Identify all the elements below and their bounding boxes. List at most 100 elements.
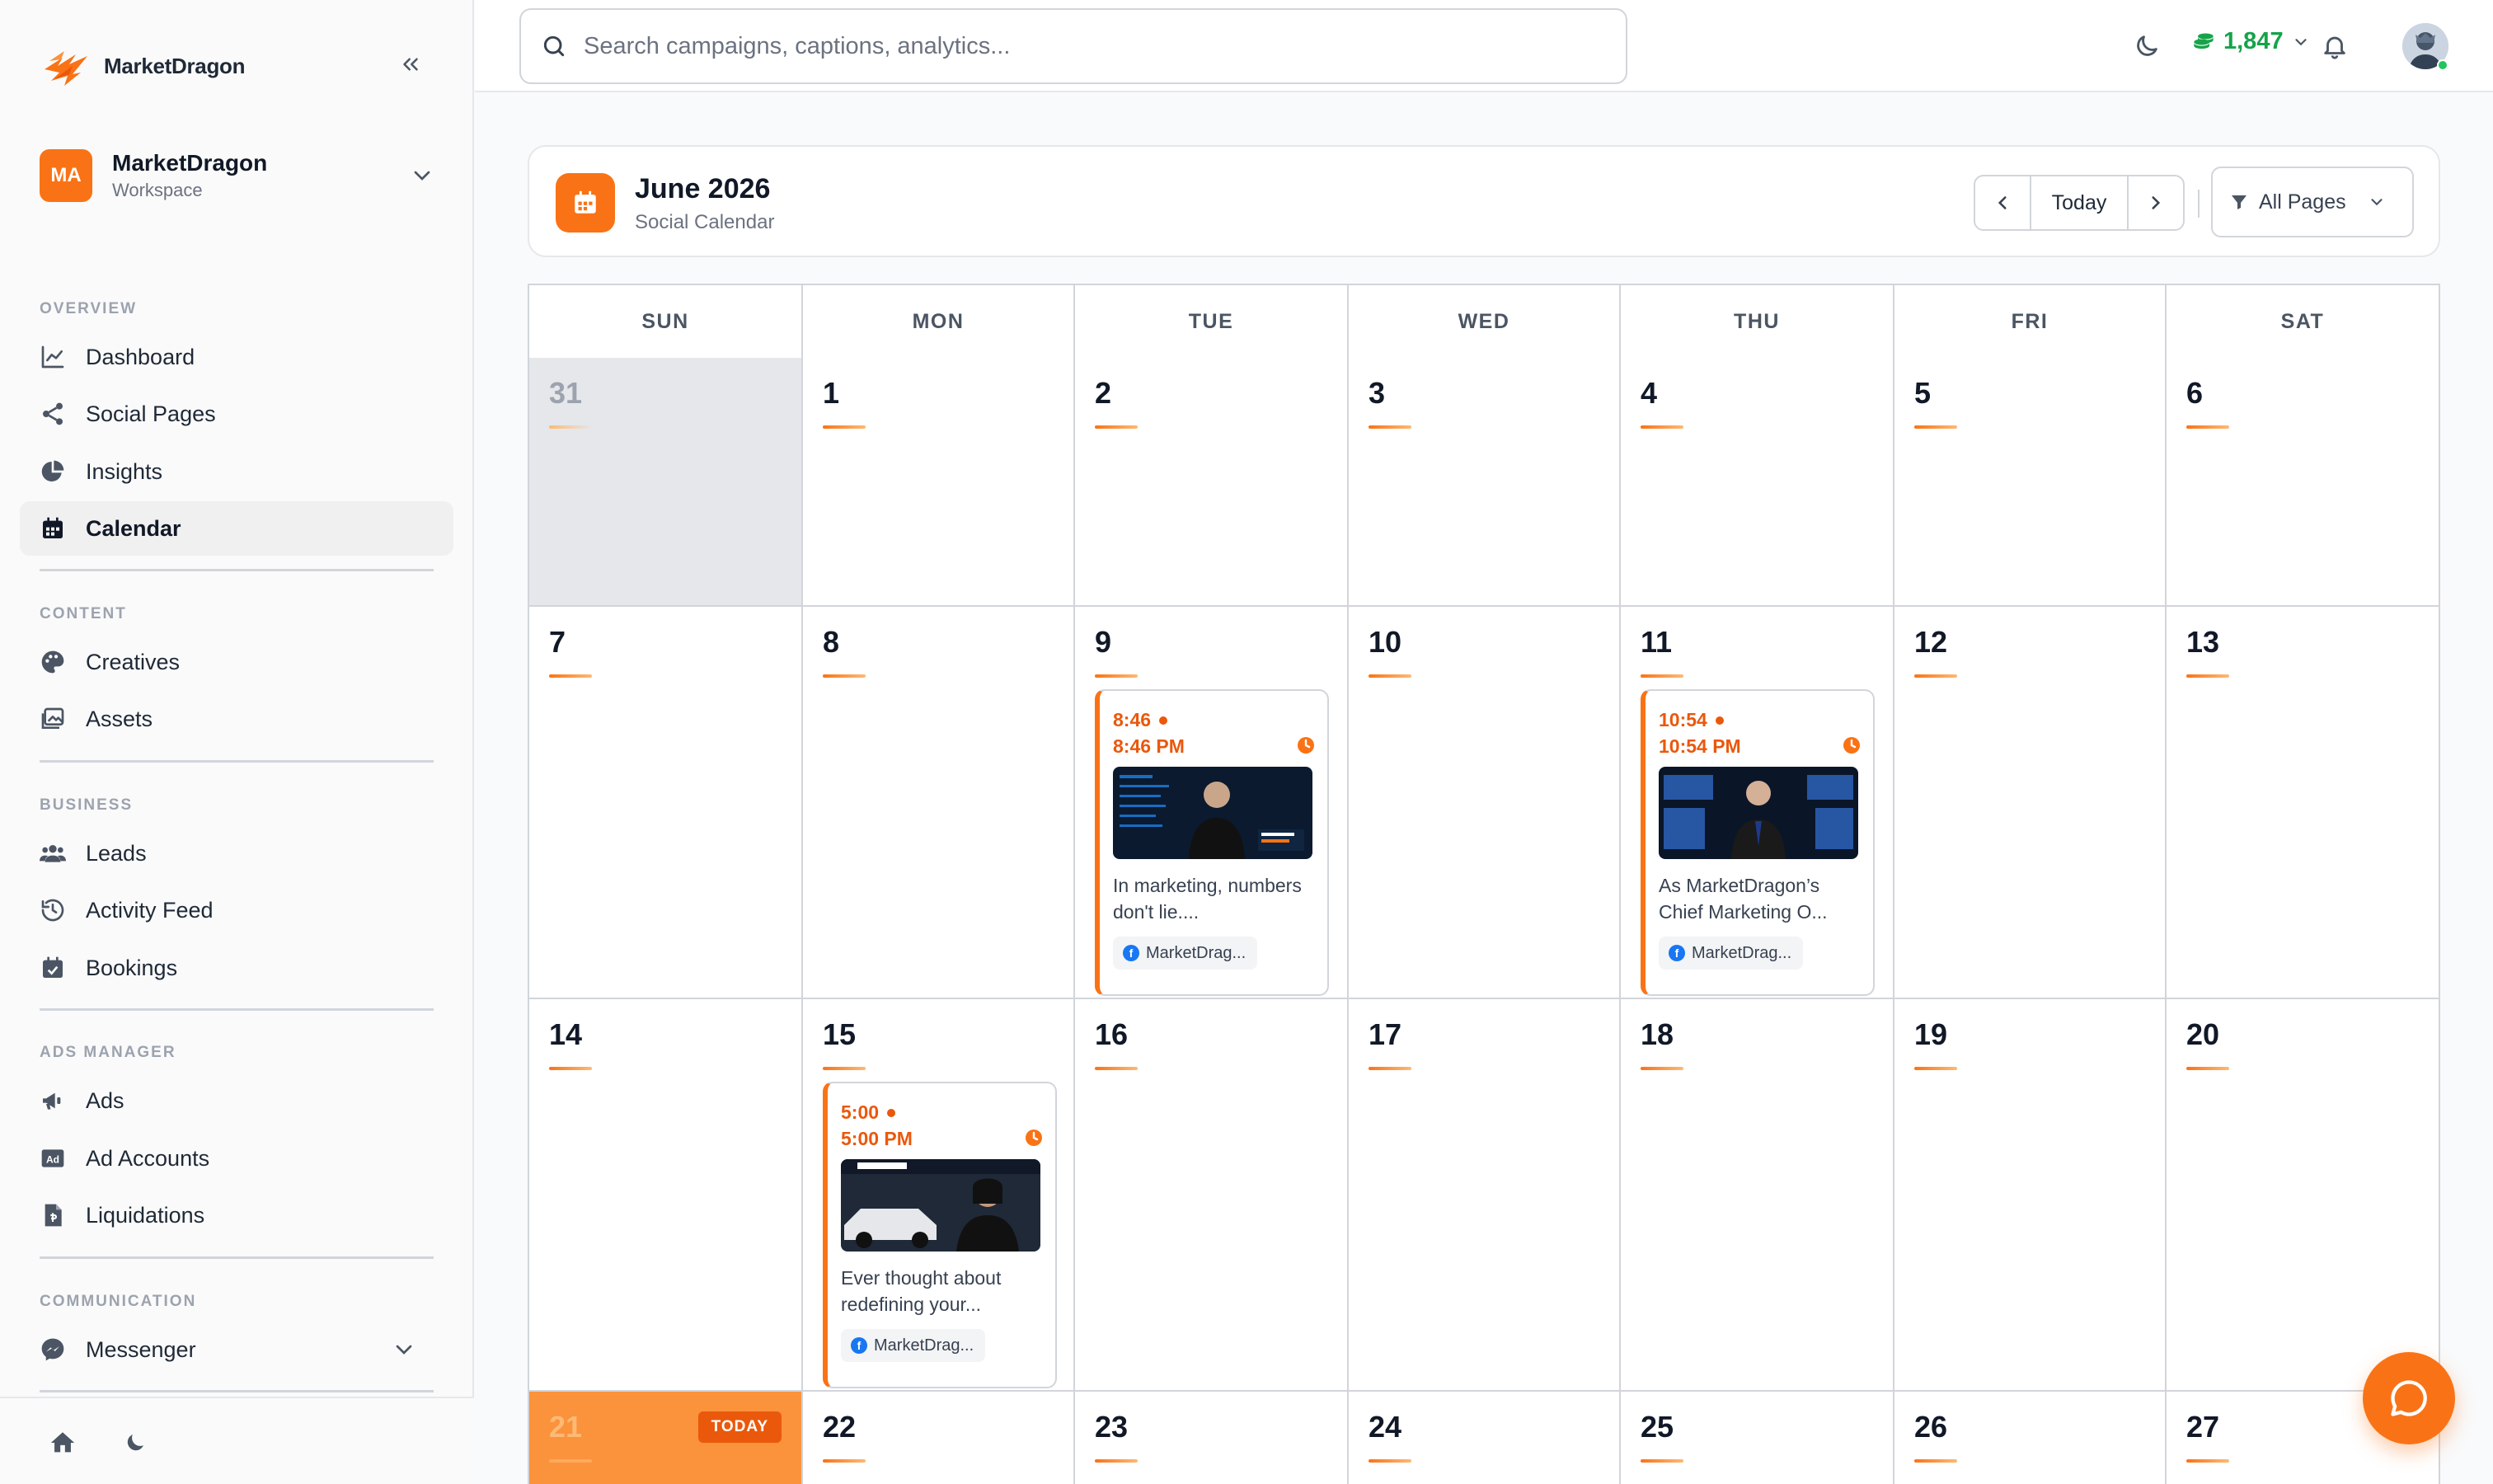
today-button[interactable]: Today	[2030, 176, 2129, 229]
day-underline	[1641, 425, 1683, 429]
workspace-avatar: MA	[40, 149, 92, 202]
post-caption: Ever thought about redefining your...	[841, 1267, 1002, 1315]
workspace-switcher[interactable]: MA MarketDragon Workspace	[40, 148, 435, 203]
status-dot	[887, 1108, 896, 1117]
facebook-icon: f	[1669, 945, 1685, 961]
calendar-day-cell[interactable]: 25	[1621, 1392, 1894, 1484]
calendar-day-cell[interactable]: 26	[1894, 1392, 2167, 1484]
calendar-day-cell[interactable]: 16	[1075, 999, 1349, 1392]
calendar-day-cell[interactable]: 21 TODAY	[529, 1392, 803, 1484]
sidebar-footer	[0, 1397, 474, 1484]
post-time-full: 10:54 PM	[1659, 735, 1741, 757]
calendar-day-cell[interactable]: 9 8:46 8:46 PM In marketing, numbers don't …	[1075, 607, 1349, 999]
post-page-chip: f MarketDrag...	[1113, 937, 1258, 970]
calendar-day-cell[interactable]: 22	[803, 1392, 1075, 1484]
scheduled-post-card[interactable]: 5:00 5:00 PM Ever thought about redefining…	[823, 1082, 1057, 1388]
collapse-sidebar-button[interactable]	[394, 48, 427, 81]
sidebar-item-ad-accounts[interactable]: Ad Ad Accounts	[20, 1131, 453, 1186]
calendar-day-cell[interactable]: 17	[1349, 999, 1621, 1392]
calendar-day-cell[interactable]: 13	[2167, 607, 2440, 999]
section-label-communication: COMMUNICATION	[40, 1293, 197, 1310]
day-number: 26	[1914, 1410, 1948, 1444]
post-thumbnail	[841, 1159, 1040, 1252]
sidebar-item-insights[interactable]: Insights	[20, 444, 453, 499]
day-underline	[549, 1459, 592, 1463]
calendar-day-cell[interactable]: 5	[1894, 358, 2167, 607]
clock-icon	[1298, 737, 1314, 754]
day-underline	[1914, 1459, 1957, 1463]
sidebar-item-creatives[interactable]: Creatives	[20, 635, 453, 689]
day-underline	[1641, 1459, 1683, 1463]
post-page-name: MarketDrag...	[874, 1336, 974, 1355]
day-underline	[1095, 1067, 1138, 1070]
theme-toggle-button[interactable]	[119, 1426, 152, 1459]
post-thumbnail	[1659, 767, 1858, 859]
credits-dropdown[interactable]: 1,847	[2192, 28, 2310, 55]
calendar-day-cell[interactable]: 3	[1349, 358, 1621, 607]
sidebar-item-dashboard[interactable]: Dashboard	[20, 330, 453, 384]
day-number: 20	[2186, 1017, 2220, 1051]
brand-logo[interactable]: MarketDragon	[40, 36, 246, 96]
calendar-check-icon	[43, 956, 63, 978]
sidebar-item-bookings[interactable]: Bookings	[20, 941, 453, 995]
chat-button[interactable]	[2363, 1352, 2455, 1444]
calendar-day-cell[interactable]: 11 10:54 10:54 PM As MarketDragon’s Chief M…	[1621, 607, 1894, 999]
calendar-day-cell[interactable]: 18	[1621, 999, 1894, 1392]
page-filter-dropdown[interactable]: All Pages	[2211, 167, 2414, 237]
calendar-day-cell[interactable]: 8	[803, 607, 1075, 999]
calendar-day-cell[interactable]: 24	[1349, 1392, 1621, 1484]
calendar-header: June 2026 Social Calendar Today All Page…	[528, 145, 2440, 257]
notifications-button[interactable]	[2318, 30, 2351, 63]
calendar-day-cell[interactable]: 14	[529, 999, 803, 1392]
calendar-day-cell[interactable]: 7	[529, 607, 803, 999]
calendar-day-cell[interactable]: 6	[2167, 358, 2440, 607]
day-number: 12	[1914, 625, 1948, 659]
calendar-day-cell[interactable]: 4	[1621, 358, 1894, 607]
day-number: 3	[1369, 376, 1386, 410]
sidebar-item-messenger[interactable]: Messenger	[20, 1322, 453, 1377]
sidebar-item-activity-feed[interactable]: Activity Feed	[20, 883, 453, 937]
calendar-badge	[556, 173, 615, 232]
bell-icon	[2324, 36, 2345, 59]
sidebar-item-ads[interactable]: Ads	[20, 1073, 453, 1128]
megaphone-icon	[43, 1092, 61, 1110]
sidebar-item-calendar[interactable]: Calendar	[20, 501, 453, 556]
scheduled-post-card[interactable]: 8:46 8:46 PM In marketing, numbers don't l…	[1095, 689, 1329, 996]
sidebar-item-leads[interactable]: Leads	[20, 826, 453, 881]
scheduled-post-card[interactable]: 10:54 10:54 PM As MarketDragon’s Chief Mar…	[1641, 689, 1875, 996]
divider	[40, 1008, 434, 1011]
sidebar-item-assets[interactable]: Assets	[20, 692, 453, 746]
section-label-ads-manager: ADS MANAGER	[40, 1044, 176, 1061]
calendar-day-cell[interactable]: 19	[1894, 999, 2167, 1392]
calendar-grid: SUN MON TUE WED THU FRI SAT 31 1 2 3 4 5 6 7 8 9 8:46 8:46…	[528, 284, 2440, 1484]
messenger-icon	[41, 1338, 64, 1361]
theme-toggle-button[interactable]	[2130, 30, 2163, 63]
next-month-button[interactable]	[2129, 176, 2183, 229]
moon-icon	[127, 1435, 143, 1451]
day-underline	[549, 1067, 592, 1070]
day-underline	[2186, 425, 2229, 429]
prev-month-button[interactable]	[1975, 176, 2030, 229]
calendar-day-cell[interactable]: 10	[1349, 607, 1621, 999]
sidebar-item-liquidations[interactable]: Liquidations	[20, 1188, 453, 1242]
day-underline	[1369, 1459, 1411, 1463]
calendar-day-cell[interactable]: 31	[529, 358, 803, 607]
calendar-day-cell[interactable]: 2	[1075, 358, 1349, 607]
sidebar-item-label: Bookings	[86, 955, 178, 980]
calendar-day-cell[interactable]: 1	[803, 358, 1075, 607]
home-button[interactable]	[46, 1426, 79, 1459]
search-input[interactable]	[584, 32, 1573, 60]
day-number: 13	[2186, 625, 2220, 659]
post-time-short: 5:00	[841, 1101, 896, 1124]
search-bar[interactable]	[519, 8, 1627, 84]
invoice-icon	[45, 1204, 62, 1227]
sidebar-item-label: Calendar	[86, 515, 181, 541]
clock-icon	[1843, 737, 1860, 754]
sidebar-item-social-pages[interactable]: Social Pages	[20, 387, 453, 441]
calendar-day-cell[interactable]: 12	[1894, 607, 2167, 999]
calendar-day-cell[interactable]: 15 5:00 5:00 PM Ever thought about redefini…	[803, 999, 1075, 1392]
day-underline	[2186, 1067, 2229, 1070]
calendar-day-cell[interactable]: 23	[1075, 1392, 1349, 1484]
users-icon	[40, 845, 66, 862]
calendar-day-cell[interactable]: 20	[2167, 999, 2440, 1392]
